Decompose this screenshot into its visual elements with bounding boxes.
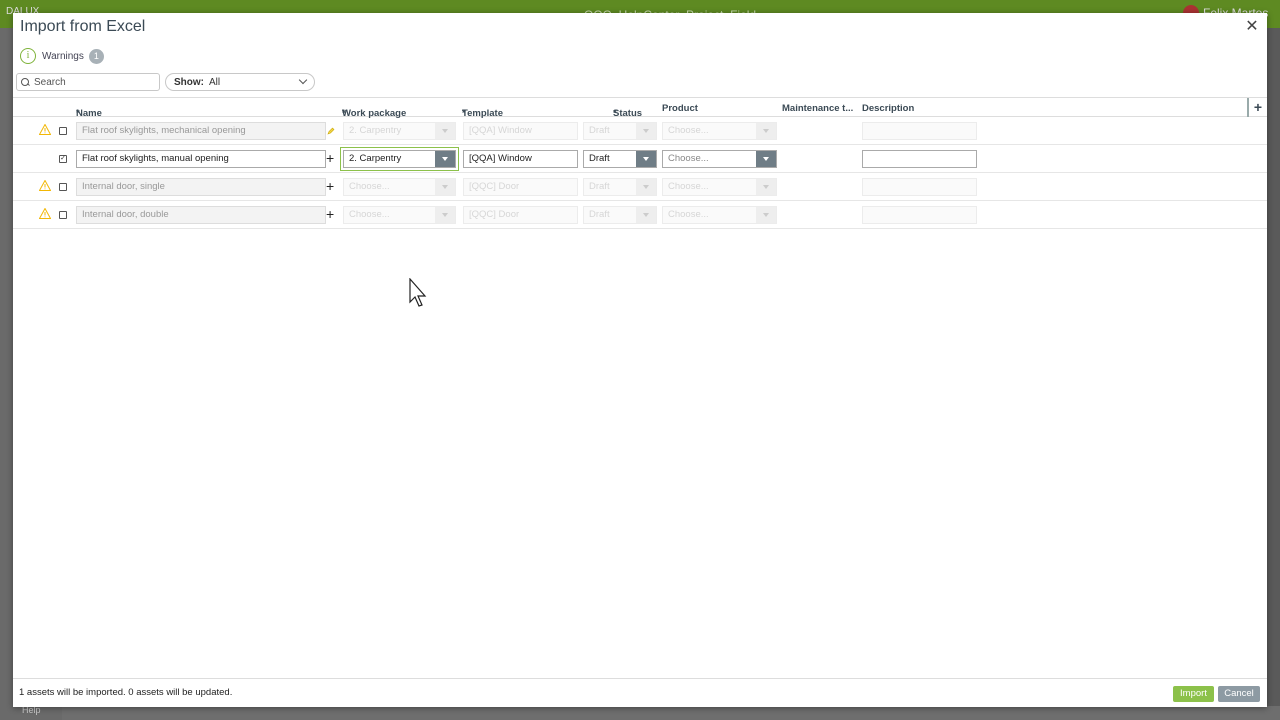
template-field[interactable]: [QQC] Door bbox=[463, 206, 578, 224]
add-column-button[interactable]: + bbox=[1247, 98, 1267, 117]
chevron-down-icon bbox=[756, 123, 776, 139]
cancel-button[interactable]: Cancel bbox=[1218, 686, 1260, 702]
work-package-select[interactable]: Choose... bbox=[343, 178, 456, 196]
import-dialog: Import from Excel ✕ i Warnings 1 Show: A… bbox=[13, 13, 1267, 707]
warning-icon bbox=[39, 208, 51, 219]
warning-icon bbox=[39, 124, 51, 135]
chevron-down-icon bbox=[435, 123, 455, 139]
info-icon: i bbox=[20, 48, 36, 64]
row-checkbox[interactable]: ✓ bbox=[59, 155, 67, 163]
table-row: Internal door, single + Choose... [QQC] … bbox=[13, 173, 1267, 201]
template-field[interactable]: [QQC] Door bbox=[463, 178, 578, 196]
show-filter-label: Show: bbox=[174, 76, 204, 88]
work-package-select[interactable]: 2. Carpentry bbox=[343, 150, 456, 168]
product-select[interactable]: Choose... bbox=[662, 150, 777, 168]
name-field[interactable]: Flat roof skylights, manual opening bbox=[76, 150, 326, 168]
search-icon bbox=[21, 77, 30, 87]
warnings-count-badge: 1 bbox=[88, 48, 104, 64]
chevron-down-icon bbox=[636, 207, 656, 223]
warnings-toggle[interactable]: i Warnings 1 bbox=[20, 48, 104, 64]
plus-icon[interactable]: + bbox=[326, 150, 334, 166]
col-maintenance[interactable]: Maintenance t... bbox=[782, 103, 853, 114]
col-product[interactable]: Product bbox=[662, 103, 698, 114]
chevron-down-icon bbox=[435, 151, 455, 167]
warnings-label: Warnings bbox=[42, 50, 84, 62]
dialog-title: Import from Excel bbox=[20, 18, 146, 35]
chevron-down-icon bbox=[756, 151, 776, 167]
description-field[interactable] bbox=[862, 206, 977, 224]
plus-icon[interactable]: + bbox=[326, 178, 334, 194]
import-summary: 1 assets will be imported. 0 assets will… bbox=[19, 687, 233, 698]
name-field[interactable]: Internal door, single bbox=[76, 178, 326, 196]
template-field[interactable]: [QQA] Window bbox=[463, 150, 578, 168]
warning-icon bbox=[39, 180, 51, 191]
template-field[interactable]: [QQA] Window bbox=[463, 122, 578, 140]
chevron-down-icon bbox=[435, 179, 455, 195]
table-row: Internal door, double + Choose... [QQC] … bbox=[13, 201, 1267, 229]
row-checkbox[interactable] bbox=[59, 127, 67, 135]
chevron-down-icon bbox=[636, 179, 656, 195]
status-select[interactable]: Draft bbox=[583, 178, 657, 196]
status-select[interactable]: Draft bbox=[583, 122, 657, 140]
status-select[interactable]: Draft bbox=[583, 150, 657, 168]
app-bottom-bar bbox=[62, 706, 1280, 720]
description-field[interactable] bbox=[862, 150, 977, 168]
row-checkbox[interactable] bbox=[59, 183, 67, 191]
close-icon[interactable]: ✕ bbox=[1245, 19, 1259, 35]
work-package-select[interactable]: 2. Carpentry bbox=[343, 122, 456, 140]
chevron-down-icon bbox=[756, 179, 776, 195]
search-input[interactable] bbox=[34, 76, 154, 88]
table-row: Flat roof skylights, mechanical opening … bbox=[13, 117, 1267, 145]
product-select[interactable]: Choose... bbox=[662, 122, 777, 140]
work-package-select[interactable]: Choose... bbox=[343, 206, 456, 224]
name-field[interactable]: Flat roof skylights, mechanical opening bbox=[76, 122, 326, 140]
chevron-down-icon bbox=[636, 151, 656, 167]
name-field[interactable]: Internal door, double bbox=[76, 206, 326, 224]
description-field[interactable] bbox=[862, 178, 977, 196]
search-box bbox=[16, 73, 160, 91]
pencil-icon[interactable] bbox=[327, 127, 335, 135]
show-filter-value: All bbox=[209, 76, 221, 88]
chevron-down-icon bbox=[756, 207, 776, 223]
dialog-footer: 1 assets will be imported. 0 assets will… bbox=[13, 678, 1267, 707]
chevron-down-icon bbox=[636, 123, 656, 139]
col-description[interactable]: Description bbox=[862, 103, 914, 114]
chevron-down-icon bbox=[298, 75, 308, 85]
show-filter-select[interactable]: Show: All bbox=[165, 73, 315, 91]
product-select[interactable]: Choose... bbox=[662, 178, 777, 196]
description-field[interactable] bbox=[862, 122, 977, 140]
row-checkbox[interactable] bbox=[59, 211, 67, 219]
mouse-cursor-icon bbox=[409, 278, 427, 307]
grid-header: Name * Work package * Template * Status … bbox=[13, 97, 1267, 119]
chevron-down-icon bbox=[435, 207, 455, 223]
import-grid: Name * Work package * Template * Status … bbox=[13, 97, 1267, 229]
product-select[interactable]: Choose... bbox=[662, 206, 777, 224]
table-row: ✓ Flat roof skylights, manual opening + … bbox=[13, 145, 1267, 173]
status-select[interactable]: Draft bbox=[583, 206, 657, 224]
plus-icon[interactable]: + bbox=[326, 206, 334, 222]
import-button[interactable]: Import bbox=[1173, 686, 1214, 702]
